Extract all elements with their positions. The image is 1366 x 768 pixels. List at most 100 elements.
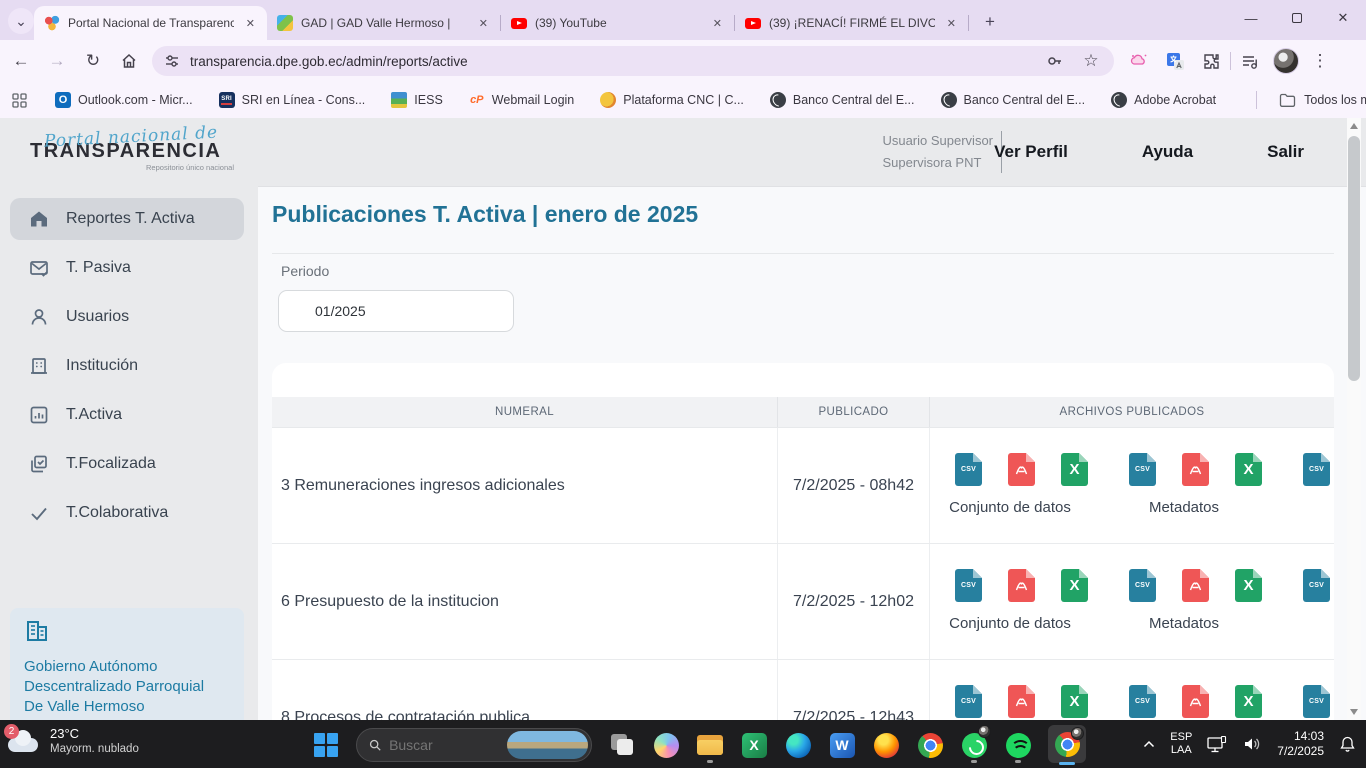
word-button[interactable]: W xyxy=(828,728,856,762)
browser-menu-button[interactable]: ⋮ xyxy=(1307,48,1333,74)
network-icon[interactable] xyxy=(1207,736,1228,753)
tab-close-icon[interactable]: ✕ xyxy=(709,15,726,32)
pdf-file-icon[interactable] xyxy=(1182,685,1209,718)
chrome-button[interactable] xyxy=(916,728,944,762)
new-tab-button[interactable]: + xyxy=(977,9,1003,35)
taskbar-weather-widget[interactable]: 2 23°C Mayorm. nublado xyxy=(8,726,139,756)
pdf-file-icon[interactable] xyxy=(1008,569,1035,602)
back-button[interactable]: ← xyxy=(6,46,36,76)
browser-tab-youtube-video[interactable]: (39) ¡RENACÍ! FIRMÉ EL DIVORC ✕ xyxy=(735,6,968,40)
taskbar-search[interactable] xyxy=(356,728,592,762)
tab-close-icon[interactable]: ✕ xyxy=(943,15,960,32)
csv-file-icon[interactable]: CSV xyxy=(1129,685,1156,718)
spotify-button[interactable] xyxy=(1004,728,1032,762)
csv-file-icon[interactable]: CSV xyxy=(1129,569,1156,602)
browser-tab-gad[interactable]: GAD | GAD Valle Hermoso | ✕ xyxy=(267,6,500,40)
scrollbar-thumb[interactable] xyxy=(1348,136,1360,381)
xls-file-icon[interactable]: X xyxy=(1061,569,1088,602)
sidebar-item-institucion[interactable]: Institución xyxy=(10,345,244,387)
home-button[interactable] xyxy=(114,46,144,76)
window-close-button[interactable]: ✕ xyxy=(1320,0,1366,36)
password-manager-button[interactable] xyxy=(1042,48,1068,74)
start-button[interactable] xyxy=(312,728,340,762)
tray-chevron-up-icon[interactable] xyxy=(1143,740,1155,748)
firefox-button[interactable] xyxy=(872,728,900,762)
bookmark-item[interactable]: SRISRI en Línea - Cons... xyxy=(219,92,366,108)
profile-avatar[interactable] xyxy=(1273,48,1299,74)
whatsapp-button[interactable] xyxy=(960,728,988,762)
csv-file-icon[interactable]: CSV xyxy=(1303,685,1330,718)
sidebar-item-t-focalizada[interactable]: T.Focalizada xyxy=(10,443,244,485)
entity-card[interactable]: Gobierno Autónomo Descentralizado Parroq… xyxy=(10,608,244,720)
pdf-file-icon[interactable] xyxy=(1008,685,1035,718)
volume-icon[interactable] xyxy=(1243,736,1262,752)
csv-file-icon[interactable]: CSV xyxy=(1129,453,1156,486)
bookmark-item[interactable]: Banco Central del E... xyxy=(770,92,915,108)
page-scrollbar[interactable] xyxy=(1347,118,1361,720)
pdf-file-icon[interactable] xyxy=(1182,453,1209,486)
url-text[interactable]: transparencia.dpe.gob.ec/admin/reports/a… xyxy=(190,54,1032,69)
xls-file-icon[interactable]: X xyxy=(1061,685,1088,718)
tab-close-icon[interactable]: ✕ xyxy=(242,15,259,32)
task-view-button[interactable] xyxy=(608,728,636,762)
window-maximize-button[interactable] xyxy=(1274,0,1320,36)
xls-file-icon[interactable]: X xyxy=(1235,685,1262,718)
sidebar-item-reportes-t-activa[interactable]: Reportes T. Activa xyxy=(10,198,244,240)
menu-ver-perfil[interactable]: Ver Perfil xyxy=(994,142,1068,162)
forward-button[interactable]: → xyxy=(42,46,72,76)
search-input[interactable] xyxy=(389,737,499,753)
user-icon xyxy=(28,306,50,328)
bookmark-star-button[interactable]: ☆ xyxy=(1078,48,1104,74)
extensions-button[interactable] xyxy=(1198,48,1224,74)
scroll-up-arrow[interactable] xyxy=(1350,123,1358,129)
sidebar-item-t-pasiva[interactable]: T. Pasiva xyxy=(10,247,244,289)
period-input[interactable] xyxy=(278,290,514,332)
window-minimize-button[interactable]: — xyxy=(1228,0,1274,36)
search-daily-image[interactable] xyxy=(507,731,588,759)
file-explorer-button[interactable] xyxy=(696,728,724,762)
excel-button[interactable]: X xyxy=(740,728,768,762)
bookmark-item[interactable]: Banco Central del E... xyxy=(941,92,1086,108)
all-bookmarks-button[interactable]: Todos los marcadores xyxy=(1242,91,1366,109)
bookmark-item[interactable]: cPWebmail Login xyxy=(469,92,574,108)
clock[interactable]: 14:03 7/2/2025 xyxy=(1277,729,1324,759)
edge-button[interactable] xyxy=(784,728,812,762)
language-indicator[interactable]: ESP LAA xyxy=(1170,731,1192,757)
xls-file-icon[interactable]: X xyxy=(1235,453,1262,486)
sidebar-item-t-colaborativa[interactable]: T.Colaborativa xyxy=(10,492,244,534)
tab-close-icon[interactable]: ✕ xyxy=(475,15,492,32)
xls-file-icon[interactable]: X xyxy=(1061,453,1088,486)
scroll-down-arrow[interactable] xyxy=(1350,709,1358,715)
csv-file-icon[interactable]: CSV xyxy=(955,453,982,486)
browser-tab-youtube[interactable]: (39) YouTube ✕ xyxy=(501,6,734,40)
pdf-file-icon[interactable] xyxy=(1182,569,1209,602)
site-settings-icon[interactable] xyxy=(164,53,180,69)
weather-extension-button[interactable] xyxy=(1126,48,1152,74)
menu-salir[interactable]: Salir xyxy=(1267,142,1304,162)
csv-file-icon[interactable]: CSV xyxy=(955,685,982,718)
browser-tab-portal[interactable]: Portal Nacional de Transparenci ✕ xyxy=(34,6,267,40)
tab-search-button[interactable]: ⌄ xyxy=(8,8,34,34)
reload-button[interactable]: ↻ xyxy=(78,46,108,76)
translate-extension-button[interactable] xyxy=(1162,48,1188,74)
apps-grid-button[interactable] xyxy=(12,87,27,113)
csv-file-icon[interactable]: CSV xyxy=(955,569,982,602)
pdf-file-icon[interactable] xyxy=(1008,453,1035,486)
bookmark-item[interactable]: OOutlook.com - Micr... xyxy=(55,92,193,108)
media-controls-button[interactable] xyxy=(1237,48,1263,74)
address-bar[interactable]: transparencia.dpe.gob.ec/admin/reports/a… xyxy=(152,46,1114,76)
notification-bell-icon[interactable] xyxy=(1339,735,1356,753)
bookmark-item[interactable]: IESS xyxy=(391,92,443,108)
bookmark-item[interactable]: Adobe Acrobat xyxy=(1111,92,1216,108)
site-logo[interactable]: Portal nacional de TRANSPARENCIA Reposit… xyxy=(30,126,260,172)
sidebar-item-usuarios[interactable]: Usuarios xyxy=(10,296,244,338)
xls-file-icon[interactable]: X xyxy=(1235,569,1262,602)
check-icon xyxy=(28,502,50,524)
bookmark-item[interactable]: Plataforma CNC | C... xyxy=(600,92,744,108)
chrome-active-button[interactable] xyxy=(1048,725,1086,763)
copilot-button[interactable] xyxy=(652,728,680,762)
csv-file-icon[interactable]: CSV xyxy=(1303,453,1330,486)
sidebar-item-t-activa[interactable]: T.Activa xyxy=(10,394,244,436)
csv-file-icon[interactable]: CSV xyxy=(1303,569,1330,602)
menu-ayuda[interactable]: Ayuda xyxy=(1142,142,1193,162)
